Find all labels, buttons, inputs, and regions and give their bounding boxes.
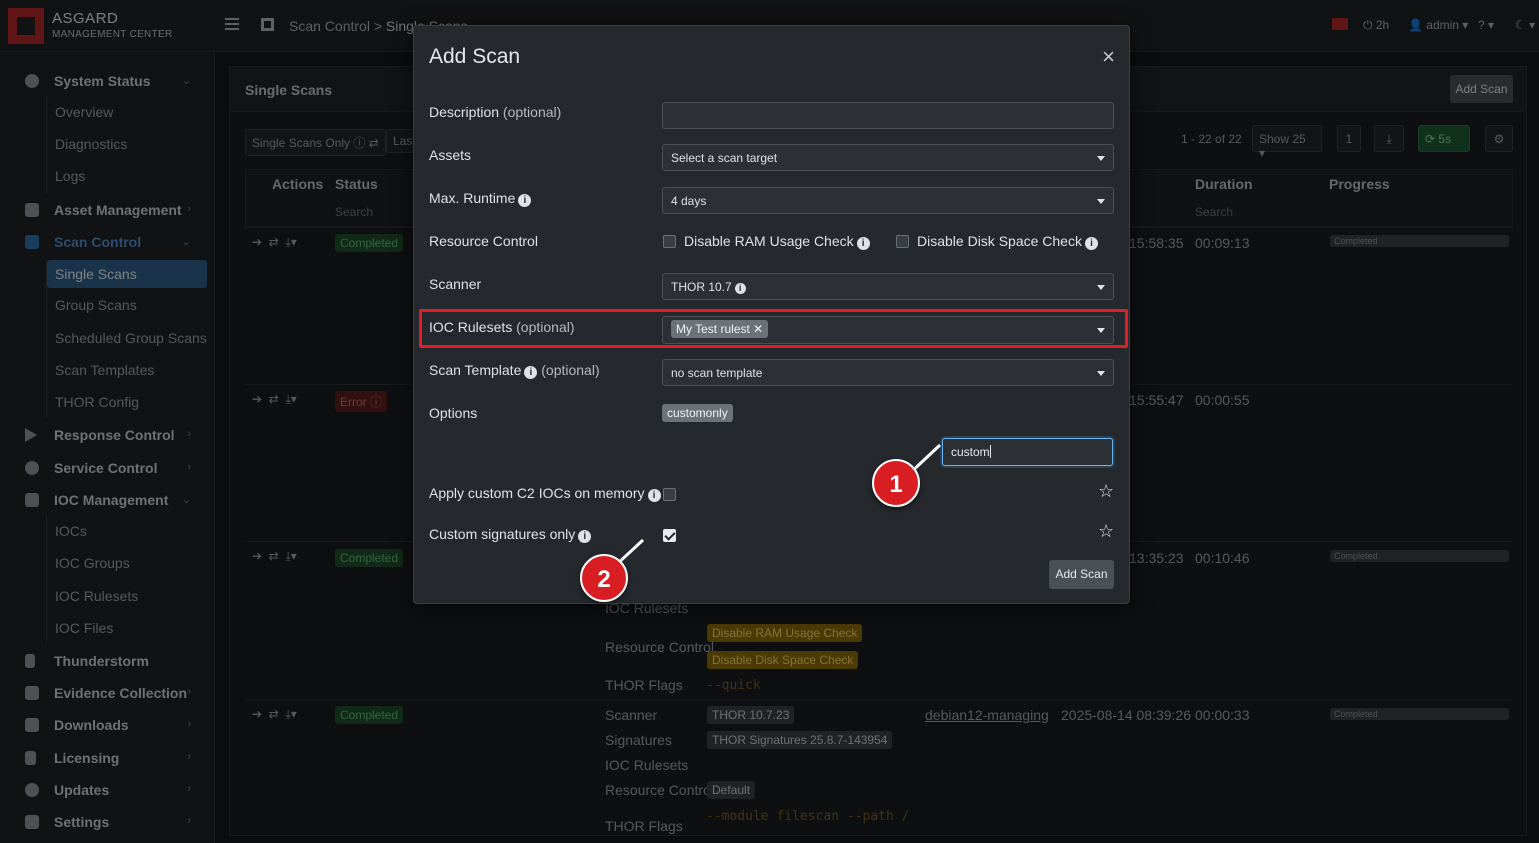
callout-one: 1: [872, 459, 920, 507]
callout-arrows: [613, 443, 942, 568]
callout-two: 2: [580, 554, 628, 602]
